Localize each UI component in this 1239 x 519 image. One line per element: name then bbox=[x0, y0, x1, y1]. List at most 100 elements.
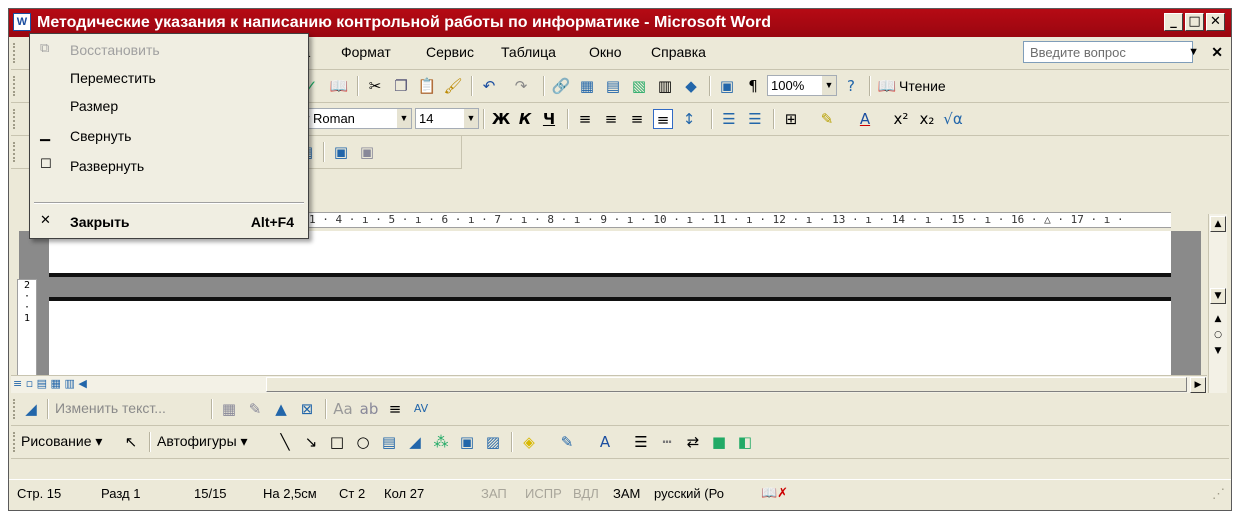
format-wordart-icon[interactable]: ✎ bbox=[245, 399, 265, 419]
select-objects-icon[interactable]: ↖ bbox=[121, 432, 141, 452]
fill-color-icon[interactable]: ◈ bbox=[519, 432, 539, 452]
bold-button[interactable]: Ж bbox=[491, 109, 511, 129]
vertical-text-icon[interactable]: ab bbox=[359, 399, 379, 419]
minimize-button[interactable]: _ bbox=[1164, 13, 1183, 31]
line-icon[interactable]: ╲ bbox=[275, 432, 295, 452]
autoshapes-menu-button[interactable]: Автофигуры ▾ bbox=[157, 433, 248, 450]
view-buttons-icon[interactable]: ≡ ▫ ▤ ▦ ▥ ◀ bbox=[13, 377, 87, 390]
sysmenu-size[interactable]: Размер bbox=[30, 92, 308, 120]
subscript-icon[interactable]: x₂ bbox=[917, 109, 937, 129]
track-changes-icon[interactable]: ▣ bbox=[331, 142, 351, 162]
document-area[interactable] bbox=[19, 231, 1201, 383]
character-spacing-icon[interactable]: AV bbox=[411, 399, 431, 419]
scroll-thumb[interactable] bbox=[266, 377, 1187, 392]
align-left-icon[interactable]: ≡ bbox=[575, 109, 595, 129]
line-color-icon[interactable]: ✎ bbox=[557, 432, 577, 452]
chevron-down-icon[interactable]: ▼ bbox=[397, 109, 411, 128]
sysmenu-close[interactable]: ✕ Закрыть Alt+F4 bbox=[30, 208, 308, 236]
insert-wordart-icon[interactable]: ◢ bbox=[405, 432, 425, 452]
page-top[interactable] bbox=[49, 297, 1171, 383]
hyperlink-icon[interactable]: 🔗 bbox=[551, 76, 571, 96]
font-size-combo[interactable]: 14 ▼ bbox=[415, 108, 479, 129]
shadow-style-icon[interactable]: ■ bbox=[709, 432, 729, 452]
accept-change-icon[interactable]: ▣ bbox=[357, 142, 377, 162]
wordart-shape-icon[interactable]: ▲ bbox=[271, 399, 291, 419]
menu-tools[interactable]: Сервис bbox=[426, 44, 474, 60]
document-map-icon[interactable]: ▣ bbox=[717, 76, 737, 96]
menu-help[interactable]: Справка bbox=[651, 44, 706, 60]
numbering-icon[interactable]: ☰ bbox=[719, 109, 739, 129]
wordart-gallery-icon[interactable]: ▦ bbox=[219, 399, 239, 419]
columns-icon[interactable]: ▥ bbox=[655, 76, 675, 96]
highlight-icon[interactable]: ✎ bbox=[817, 109, 837, 129]
sysmenu-minimize[interactable]: ▁ Свернуть bbox=[30, 122, 308, 150]
wordart-icon[interactable]: ◢ bbox=[21, 399, 41, 419]
next-page-icon[interactable]: ▼ bbox=[1210, 344, 1226, 360]
text-wrapping-icon[interactable]: ⊠ bbox=[297, 399, 317, 419]
chevron-down-icon[interactable]: ▼ bbox=[822, 76, 836, 95]
scroll-up-icon[interactable]: ▲ bbox=[1210, 216, 1226, 232]
show-hide-icon[interactable]: ¶ bbox=[743, 76, 763, 96]
drawing-menu-button[interactable]: Рисование ▾ bbox=[21, 433, 102, 450]
arrow-style-icon[interactable]: ⇄ bbox=[683, 432, 703, 452]
drawing-toggle-icon[interactable]: ◆ bbox=[681, 76, 701, 96]
rectangle-icon[interactable]: □ bbox=[327, 432, 347, 452]
same-height-icon[interactable]: Aa bbox=[333, 399, 353, 419]
resize-grip-icon[interactable]: ⋰ bbox=[1212, 486, 1225, 502]
line-style-icon[interactable]: ☰ bbox=[631, 432, 651, 452]
menu-format[interactable]: Формат bbox=[341, 44, 391, 60]
status-rec[interactable]: ЗАП bbox=[481, 486, 507, 501]
format-painter-icon[interactable]: 🖌 bbox=[443, 76, 463, 96]
toolbar-grip[interactable] bbox=[13, 109, 19, 129]
toolbar-grip[interactable] bbox=[13, 432, 19, 452]
borders-icon[interactable]: ⊞ bbox=[781, 109, 801, 129]
justify-icon[interactable]: ≡ bbox=[653, 109, 673, 129]
oval-icon[interactable]: ○ bbox=[353, 432, 373, 452]
toolbar-grip[interactable] bbox=[13, 76, 19, 96]
arrow-icon[interactable]: ↘ bbox=[301, 432, 321, 452]
status-ext[interactable]: ВДЛ bbox=[573, 486, 599, 501]
spelling-status-icon[interactable]: 📖✗ bbox=[761, 486, 788, 501]
vertical-ruler[interactable]: 2 · · 1 bbox=[17, 279, 37, 379]
toolbar-grip[interactable] bbox=[13, 142, 19, 162]
insert-picture-icon[interactable]: ▨ bbox=[483, 432, 503, 452]
previous-page-icon[interactable]: ▲ bbox=[1210, 312, 1226, 328]
chevron-down-icon[interactable]: ▼ bbox=[464, 109, 478, 128]
help-dropdown-arrow-icon[interactable]: ▼ bbox=[1188, 46, 1199, 58]
zoom-combo[interactable]: 100% ▼ bbox=[767, 75, 837, 96]
read-mode-icon[interactable]: 📖 bbox=[877, 76, 897, 96]
help-icon[interactable]: ? bbox=[841, 76, 861, 96]
underline-button[interactable]: Ч bbox=[539, 109, 559, 129]
redo-icon[interactable]: ↷ bbox=[511, 76, 531, 96]
status-trk[interactable]: ИСПР bbox=[525, 486, 562, 501]
3d-style-icon[interactable]: ◧ bbox=[735, 432, 755, 452]
close-document-button[interactable]: ✕ bbox=[1211, 44, 1223, 61]
insert-table-icon[interactable]: ▤ bbox=[603, 76, 623, 96]
text-box-icon[interactable]: ▤ bbox=[379, 432, 399, 452]
status-ovr[interactable]: ЗАМ bbox=[613, 486, 640, 501]
edit-wordart-text-button[interactable]: Изменить текст... bbox=[55, 400, 166, 416]
superscript-icon[interactable]: x² bbox=[891, 109, 911, 129]
italic-button[interactable]: К bbox=[515, 109, 535, 129]
drawing-font-color-icon[interactable]: A bbox=[595, 432, 615, 452]
menu-window[interactable]: Окно bbox=[589, 44, 622, 60]
status-language[interactable]: русский (Ро bbox=[654, 486, 724, 501]
equation-icon[interactable]: √α bbox=[943, 109, 963, 129]
maximize-button[interactable]: □ bbox=[1185, 13, 1204, 31]
word-app-icon[interactable]: W bbox=[13, 13, 31, 31]
bullets-icon[interactable]: ☰ bbox=[745, 109, 765, 129]
font-color-icon[interactable]: A bbox=[855, 109, 875, 129]
sysmenu-maximize[interactable]: ☐ Развернуть bbox=[30, 152, 308, 180]
close-button[interactable]: ✕ bbox=[1206, 13, 1225, 31]
tables-borders-icon[interactable]: ▦ bbox=[577, 76, 597, 96]
help-question-input[interactable]: Введите вопрос bbox=[1023, 41, 1193, 63]
undo-icon[interactable]: ↶ bbox=[479, 76, 499, 96]
sysmenu-move[interactable]: Переместить bbox=[30, 64, 308, 92]
dash-style-icon[interactable]: ┅ bbox=[657, 432, 677, 452]
toolbar-grip[interactable] bbox=[13, 43, 19, 63]
wordart-alignment-icon[interactable]: ≡ bbox=[385, 399, 405, 419]
read-mode-button[interactable]: Чтение bbox=[899, 78, 946, 94]
insert-excel-icon[interactable]: ▧ bbox=[629, 76, 649, 96]
font-name-combo[interactable]: w Roman ▼ bbox=[296, 108, 412, 129]
diagram-icon[interactable]: ⁂ bbox=[431, 432, 451, 452]
